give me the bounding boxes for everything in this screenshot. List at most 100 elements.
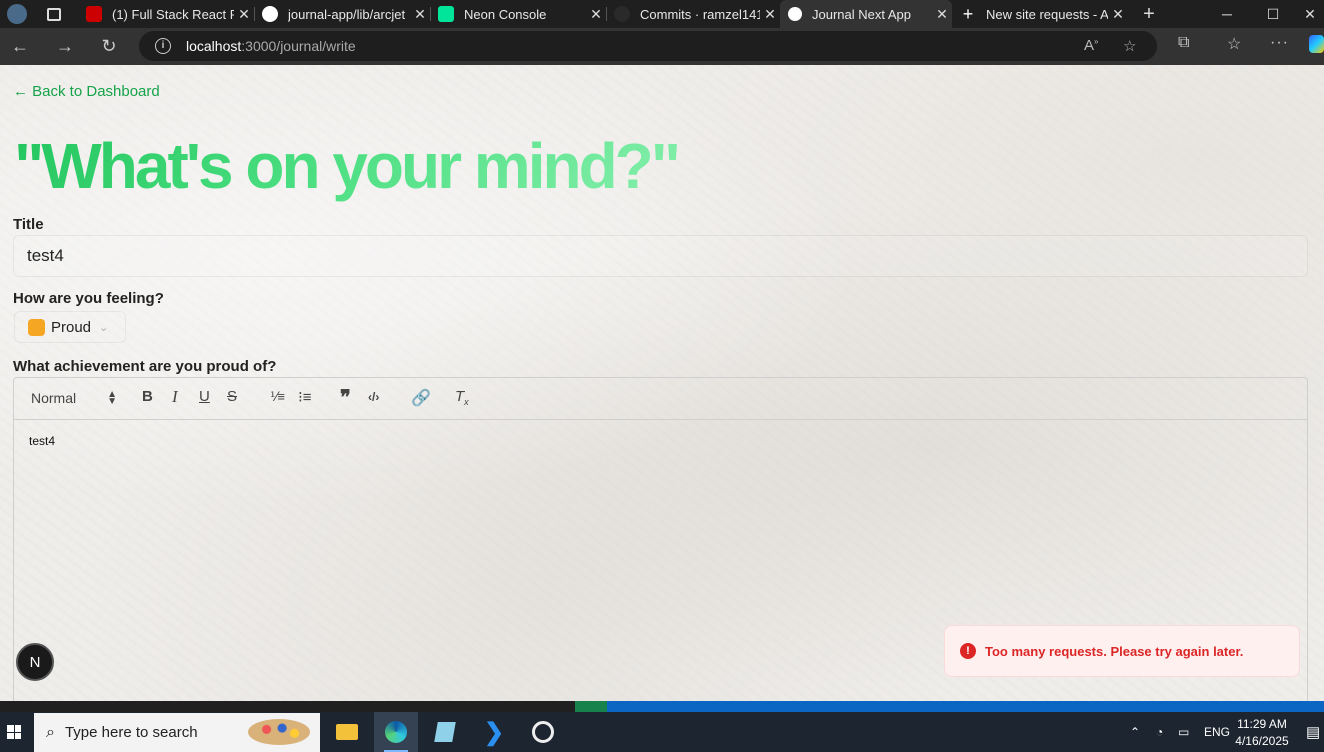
paint-palette-icon	[248, 719, 310, 745]
tab-github-arcjet[interactable]: journal-app/lib/arcjet ✕	[254, 0, 431, 28]
editor-toolbar: Normal ▲ ▼ B I U S ⅟≡ ⁝≡ ❞ ‹/› 🔗 Tx	[14, 378, 1307, 420]
address-bar[interactable]: i localhost:3000/journal/write A» ☆	[139, 31, 1157, 61]
battery-icon[interactable]: ▭	[1178, 712, 1189, 752]
vercel-icon	[788, 7, 802, 21]
remote-indicator	[575, 701, 607, 712]
format-select[interactable]: Normal ▲ ▼	[31, 389, 117, 407]
bullet-list-icon[interactable]: ⁝≡	[298, 388, 312, 406]
tab-title: Journal Next App	[812, 6, 912, 22]
maximize-button[interactable]: ☐	[1250, 0, 1296, 28]
vscode-app[interactable]: ❯	[472, 712, 516, 752]
start-button[interactable]	[0, 712, 28, 752]
tab-title: Commits · ramzel141	[640, 6, 760, 22]
tab-title: journal-app/lib/arcjet	[288, 6, 406, 22]
tab-neon-console[interactable]: Neon Console ✕	[430, 0, 607, 28]
clock-time: 11:29 AM	[1237, 717, 1287, 731]
neon-icon	[438, 6, 454, 22]
back-icon[interactable]: ←	[2, 28, 38, 64]
tab-title: New site requests - A	[986, 6, 1108, 22]
close-window-button[interactable]: ✕	[1296, 0, 1324, 28]
notifications-icon[interactable]: ▤	[1306, 712, 1320, 752]
italic-icon[interactable]: I	[172, 387, 178, 407]
underline-icon[interactable]: U	[199, 388, 210, 405]
edge-app[interactable]	[374, 712, 418, 752]
link-icon[interactable]: 🔗	[411, 388, 431, 408]
github-icon	[614, 6, 630, 22]
extensions-icon[interactable]: ⧉	[1178, 34, 1189, 52]
ordered-list-icon[interactable]: ⅟≡	[270, 389, 285, 405]
forward-icon[interactable]: →	[47, 28, 83, 64]
title-input[interactable]	[14, 236, 1307, 276]
youtube-icon	[86, 6, 102, 22]
editor-content[interactable]: test4	[14, 420, 1307, 462]
clear-format-icon[interactable]: Tx	[455, 388, 469, 407]
mood-value: Proud	[51, 318, 92, 336]
language-indicator[interactable]: ENG	[1204, 712, 1230, 752]
close-icon[interactable]: ✕	[932, 6, 952, 23]
error-toast: ! Too many requests. Please try again la…	[944, 625, 1300, 677]
page-headline: "What's on your mind?"	[14, 130, 681, 202]
close-icon[interactable]: ✕	[760, 6, 780, 23]
tab-youtube[interactable]: (1) Full Stack React Pr ✕	[78, 0, 255, 28]
title-label: Title	[13, 216, 44, 233]
github-icon	[262, 6, 278, 22]
tab-title: (1) Full Stack React Pr	[112, 6, 234, 22]
url-path: :3000/journal/write	[241, 38, 356, 54]
tab-github-commits[interactable]: Commits · ramzel141 ✕	[606, 0, 780, 28]
mood-select[interactable]: Proud ⌄	[14, 311, 126, 343]
notepad-icon	[434, 722, 456, 742]
refresh-icon[interactable]: ↻	[91, 28, 127, 64]
chevron-down-icon: ⌄	[99, 321, 109, 334]
windows-logo-icon	[7, 725, 21, 739]
copilot-icon[interactable]	[1309, 35, 1324, 53]
search-placeholder: Type here to search	[64, 724, 198, 741]
close-icon[interactable]: ✕	[234, 6, 254, 23]
folder-icon	[336, 724, 358, 740]
profile-button[interactable]	[0, 0, 34, 28]
notepad-app[interactable]	[423, 712, 467, 752]
blockquote-icon[interactable]: ❞	[340, 385, 351, 410]
close-icon[interactable]: ✕	[1108, 6, 1128, 23]
favorites-icon[interactable]: ☆	[1227, 34, 1241, 54]
strikethrough-icon[interactable]: S	[227, 388, 237, 405]
code-block-icon[interactable]: ‹/›	[368, 390, 379, 404]
lion-emoji-icon	[28, 318, 45, 336]
tab-title: Neon Console	[464, 6, 547, 22]
vscode-status-strip	[575, 701, 1324, 712]
taskbar-search[interactable]: ⌕ Type here to search	[34, 713, 320, 752]
format-select-value: Normal	[31, 390, 77, 406]
favorite-star-icon[interactable]: ☆	[1123, 37, 1136, 55]
more-options-icon[interactable]: ···	[1270, 34, 1289, 52]
url-host: localhost	[186, 38, 242, 54]
bold-icon[interactable]: B	[142, 388, 153, 405]
select-arrows-icon: ▲ ▼	[107, 389, 117, 407]
address-url[interactable]: localhost:3000/journal/write	[186, 38, 356, 54]
next-dev-badge[interactable]: N	[16, 643, 54, 681]
vscode-icon: ❯	[483, 718, 505, 746]
journal-write-page: ← Back to Dashboard "What's on your mind…	[0, 65, 1324, 701]
error-icon: !	[960, 643, 976, 659]
close-icon[interactable]: ✕	[586, 6, 606, 23]
file-explorer-app[interactable]	[325, 712, 369, 752]
site-info-icon[interactable]: i	[155, 38, 171, 54]
tab-new-site-requests[interactable]: + New site requests - A ✕	[952, 0, 1128, 28]
tab-actions-icon	[47, 7, 61, 21]
read-aloud-icon[interactable]: A»	[1084, 37, 1098, 54]
tab-actions-button[interactable]	[34, 0, 74, 28]
edge-icon	[385, 721, 407, 743]
wifi-icon[interactable]: ◔	[1156, 712, 1163, 752]
close-icon[interactable]: ✕	[410, 6, 430, 23]
search-icon: ⌕	[46, 723, 55, 741]
clock-date: 4/16/2025	[1235, 734, 1289, 748]
back-to-dashboard-link[interactable]: ← Back to Dashboard	[13, 83, 160, 100]
taskbar-clock[interactable]: 11:29 AM 4/16/2025	[1232, 716, 1292, 750]
chatgpt-app[interactable]	[521, 712, 565, 752]
tab-journal-next-app[interactable]: Journal Next App ✕	[780, 0, 952, 28]
minimize-button[interactable]: ─	[1204, 0, 1250, 28]
plus-icon: +	[962, 4, 974, 24]
title-field[interactable]	[13, 235, 1308, 277]
show-hidden-icons[interactable]: ⌃	[1130, 712, 1140, 752]
new-tab-button[interactable]: +	[1136, 0, 1162, 28]
chatgpt-icon	[532, 721, 554, 743]
mood-label: How are you feeling?	[13, 290, 164, 307]
